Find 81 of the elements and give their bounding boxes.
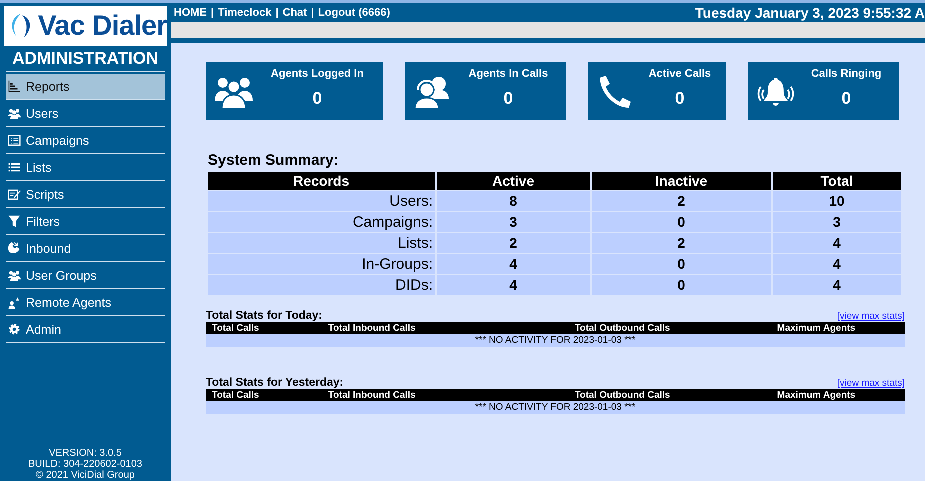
table-cell: 3 [773, 212, 901, 232]
column-header: Total Calls [206, 389, 322, 401]
sidebar-item[interactable]: Reports [6, 74, 165, 100]
logo-text: Vac Dialer [38, 10, 167, 42]
sidebar-item[interactable]: Campaigns [6, 128, 165, 154]
bar-chart-icon [8, 80, 21, 93]
list-box-icon [8, 134, 21, 147]
table-cell: DIDs: [208, 275, 435, 295]
nav-link[interactable]: Chat [282, 6, 308, 18]
column-header: Total Outbound Calls [517, 389, 728, 401]
no-activity-message: *** NO ACTIVITY FOR 2023-01-03 *** [206, 334, 905, 347]
table-cell: 10 [773, 191, 901, 211]
stat-label: Calls Ringing [811, 68, 882, 80]
column-header: Total Outbound Calls [517, 322, 728, 334]
table-cell: 2 [592, 191, 771, 211]
column-header: Active [437, 172, 590, 190]
table-cell: 4 [437, 275, 590, 295]
column-header: Maximum Agents [728, 389, 905, 401]
version-info: VERSION: 3.0.5 [48, 448, 123, 459]
table-cell: Campaigns: [208, 212, 435, 232]
column-header: Records [208, 172, 435, 190]
sidebar-item[interactable]: Filters [6, 209, 165, 235]
table-cell: 4 [773, 275, 901, 295]
table-cell: 4 [773, 254, 901, 274]
separator: | [211, 6, 214, 18]
gear-icon [8, 323, 21, 336]
nav-link[interactable]: Timeclock [218, 6, 272, 18]
no-activity-message: *** NO ACTIVITY FOR 2023-01-03 *** [206, 401, 905, 414]
table-cell: 3 [437, 212, 590, 232]
stat-value: 0 [504, 89, 514, 109]
sidebar-item[interactable]: Lists [6, 155, 165, 181]
stat-value: 0 [675, 89, 685, 109]
view-max-stats-link[interactable]: [view max stats] [837, 311, 905, 322]
list-icon [8, 161, 21, 174]
person-icon [8, 296, 21, 309]
sidebar-title: ADMINISTRATION [6, 46, 165, 72]
table-cell: Lists: [208, 233, 435, 253]
bell-ringing-icon [756, 75, 796, 109]
column-header: Total Inbound Calls [322, 322, 518, 334]
users-icon [8, 269, 21, 282]
table-cell: 0 [592, 275, 771, 295]
view-max-stats-link[interactable]: [view max stats] [837, 378, 905, 389]
table-cell: 0 [592, 254, 771, 274]
separator: | [311, 6, 314, 18]
sidebar-item[interactable]: Admin [6, 317, 165, 343]
date-time: Tuesday January 3, 2023 9:55:32 A [695, 4, 925, 20]
stat-label: Agents In Calls [468, 68, 548, 80]
sidebar-item[interactable]: User Groups [6, 263, 165, 289]
stat-value: 0 [842, 89, 852, 109]
sidebar-item[interactable]: Remote Agents [6, 290, 165, 316]
table-cell: 4 [437, 254, 590, 274]
stat-label: Active Calls [648, 68, 712, 80]
section-title: Total Stats for Today: [206, 310, 322, 322]
section-title: Total Stats for Yesterday: [206, 377, 344, 389]
column-header: Inactive [592, 172, 771, 190]
column-header: Total Calls [206, 322, 322, 334]
sidebar-item[interactable]: Users [6, 101, 165, 127]
column-header: Total Inbound Calls [322, 389, 518, 401]
stat-label: Agents Logged In [271, 68, 364, 80]
table-cell: 2 [437, 233, 590, 253]
table-cell: Users: [208, 191, 435, 211]
stat-value: 0 [312, 89, 322, 109]
table-cell: 4 [773, 233, 901, 253]
version-info: © 2021 ViciDial Group [35, 470, 136, 481]
nav-link[interactable]: Logout (6666) [318, 6, 390, 18]
column-header: Total [773, 172, 901, 190]
users-icon [8, 107, 21, 120]
table-cell: 8 [437, 191, 590, 211]
sidebar-item[interactable]: Inbound [6, 236, 165, 262]
users-icon [214, 75, 254, 109]
sidebar-item[interactable]: Scripts [6, 182, 165, 208]
separator: | [276, 6, 279, 18]
edit-icon [8, 188, 21, 201]
section-title: System Summary: [208, 152, 340, 169]
filter-icon [8, 215, 21, 228]
column-header: Maximum Agents [728, 322, 905, 334]
table-cell: In-Groups: [208, 254, 435, 274]
nav-link[interactable]: HOME [174, 6, 207, 18]
version-info: BUILD: 304-220602-0103 [28, 459, 144, 470]
table-cell: 0 [592, 212, 771, 232]
table-cell: 2 [592, 233, 771, 253]
